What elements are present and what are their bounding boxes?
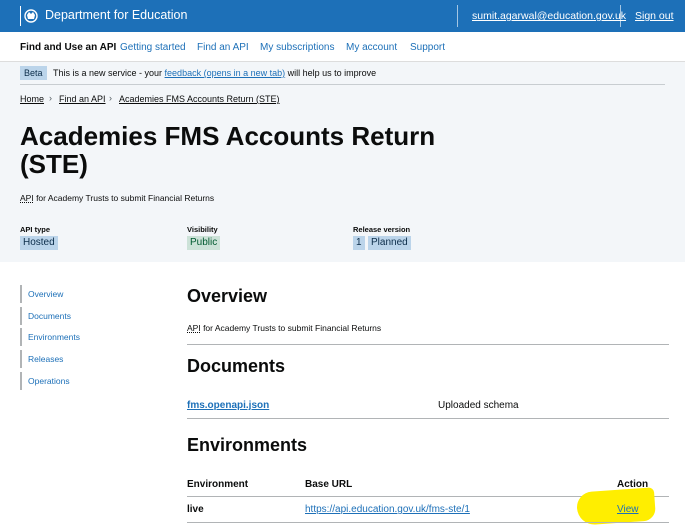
section-divider [187, 344, 669, 345]
overview-heading: Overview [187, 286, 268, 306]
breadcrumb-home[interactable]: Home [20, 94, 44, 104]
release-number-tag: 1 [353, 236, 365, 250]
yellow-highlight-marker [575, 487, 657, 526]
document-link[interactable]: fms.openapi.json [187, 400, 269, 411]
column-header-base-url: Base URL [305, 479, 353, 490]
documents-heading: Documents [187, 356, 286, 376]
department-name[interactable]: Department for Education [45, 8, 187, 22]
crown-crest-icon [20, 6, 38, 26]
service-name[interactable]: Find and Use an API [20, 42, 116, 53]
phase-tag: Beta [20, 66, 47, 80]
sidebar-item-documents[interactable]: Documents [20, 307, 71, 325]
api-type-label: API type [20, 225, 51, 234]
sidebar-item-overview[interactable]: Overview [20, 285, 63, 303]
nav-my-subscriptions[interactable]: My subscriptions [260, 42, 334, 53]
phase-banner-divider [20, 84, 665, 85]
table-row-divider [187, 418, 669, 419]
release-version-label: Release version [353, 225, 411, 234]
nav-find-an-api[interactable]: Find an API [197, 42, 249, 53]
service-navigation: Find and Use an API Getting started Find… [0, 32, 685, 62]
column-header-environment: Environment [187, 479, 249, 490]
chevron-right-icon: › [49, 93, 52, 103]
breadcrumb-current[interactable]: Academies FMS Accounts Return (STE) [119, 94, 280, 104]
header-divider [457, 5, 458, 27]
page-title: Academies FMS Accounts Return (STE) [20, 121, 436, 179]
environments-heading: Environments [187, 435, 308, 455]
sidebar-item-releases[interactable]: Releases [20, 350, 63, 368]
nav-support[interactable]: Support [410, 42, 445, 53]
sidebar-item-operations[interactable]: Operations [20, 372, 70, 390]
phase-banner-text: This is a new service - your feedback (o… [53, 68, 377, 78]
api-type-tag: Hosted [20, 236, 58, 250]
environment-name: live [187, 504, 204, 515]
nav-getting-started[interactable]: Getting started [120, 42, 186, 53]
chevron-right-icon: › [109, 93, 112, 103]
visibility-tag: Public [187, 236, 221, 250]
document-description: Uploaded schema [438, 400, 519, 411]
release-status-tag: Planned [368, 236, 411, 250]
header-divider [620, 5, 621, 27]
api-abbreviation: API [187, 323, 201, 333]
feedback-link[interactable]: feedback (opens in a new tab) [165, 68, 286, 78]
visibility-label: Visibility [187, 225, 218, 234]
base-url-link[interactable]: https://api.education.gov.uk/fms-ste/1 [305, 504, 470, 515]
header-bar: Department for Education sumit.agarwal@e… [0, 0, 685, 32]
overview-text: API for Academy Trusts to submit Financi… [187, 323, 382, 333]
sidebar-item-environments[interactable]: Environments [20, 328, 80, 346]
breadcrumb-find-an-api[interactable]: Find an API [59, 94, 106, 104]
user-email-link[interactable]: sumit.agarwal@education.gov.uk [472, 10, 626, 22]
view-environment-link[interactable]: View [617, 504, 639, 515]
table-row-divider [187, 522, 669, 523]
api-abbreviation: API [20, 193, 34, 203]
nav-my-account[interactable]: My account [346, 42, 397, 53]
sign-out-link[interactable]: Sign out [635, 10, 674, 22]
page-subtitle: API for Academy Trusts to submit Financi… [20, 193, 215, 203]
